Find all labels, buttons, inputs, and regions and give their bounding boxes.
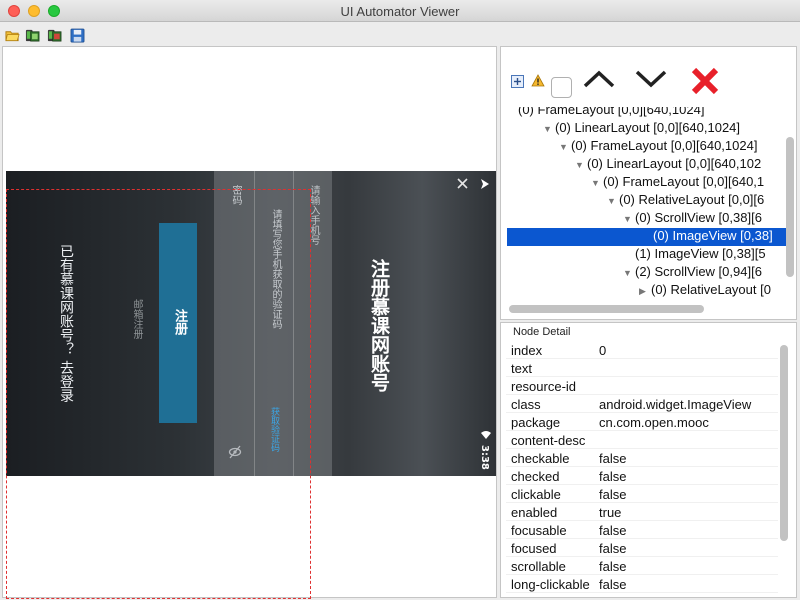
tree-node-selected[interactable]: (0) ImageView [0,38] [507,228,786,246]
save-icon[interactable] [70,28,85,43]
detail-row[interactable]: clickable false [506,485,778,503]
detail-row[interactable]: scrollable false [506,557,778,575]
tree-node[interactable]: ▼ (0) LinearLayout [0,0][640,1024] [501,120,786,138]
detail-row[interactable]: enabled true [506,503,778,521]
tree-node[interactable]: ▼ (0) LinearLayout [0,0][640,102 [501,156,786,174]
app-window: UI Automator Viewer 注册慕课网账号 请输入手机号 请填写您手… [0,0,800,600]
wifi-icon [481,431,491,439]
device-screenshot-compressed-icon[interactable] [47,28,62,43]
tree-node[interactable]: (0) FrameLayout [0,0][640,1024] [506,107,786,120]
detail-row[interactable]: index 0 [506,341,778,359]
hierarchy-tree-pane: (0) FrameLayout [0,0][640,1024] ▼ (0) Lin… [500,46,797,320]
tree-toolbar [501,47,798,107]
title-bar: UI Automator Viewer [0,0,800,22]
tree-horizontal-scrollbar[interactable] [509,305,704,313]
tree-vertical-scroll-thumb[interactable] [786,137,794,277]
expand-all-icon[interactable] [511,75,524,88]
detail-row[interactable]: content-desc [506,431,778,449]
tree-arrow-icon: ▼ [607,196,616,206]
tree-arrow-icon: ▼ [623,214,632,224]
page-title: 注册慕课网账号 [368,259,390,392]
tree-node[interactable]: ▼ (0) RelativeLayout [0,0][6 [501,192,786,210]
detail-row[interactable]: checkable false [506,449,778,467]
tree-node[interactable]: ▼ (0) FrameLayout [0,0][640,1024] [501,138,786,156]
main-toolbar [0,23,800,47]
detail-row[interactable]: text [506,359,778,377]
screenshot-canvas[interactable]: 注册慕课网账号 请输入手机号 请填写您手机获取的验证码 密码 获取验证码 注册 … [2,46,497,599]
chevron-up-icon[interactable] [583,69,615,89]
naf-toggle-checkbox[interactable] [551,77,572,98]
tree-arrow-icon: ▼ [623,268,632,278]
detail-row[interactable]: class android.widget.ImageView [506,395,778,413]
detail-row[interactable]: package cn.com.open.mooc [506,413,778,431]
tree-vertical-scrollbar[interactable] [786,107,794,297]
close-icon[interactable] [456,177,469,190]
detail-row[interactable]: checked false [506,467,778,485]
detail-row[interactable]: focused false [506,539,778,557]
node-detail-title: Node Detail [513,326,571,338]
hierarchy-tree[interactable]: (0) FrameLayout [0,0][640,1024] ▼ (0) Lin… [501,107,786,305]
status-bar-time: 3:38 [479,445,490,470]
tree-node[interactable]: ▶ (0) RelativeLayout [0 [501,282,786,300]
selected-node-bounds [6,189,311,599]
node-detail-pane: Node Detail index 0 text resource-id clas… [500,322,797,598]
open-folder-icon[interactable] [5,28,20,43]
tree-arrow-icon: ▼ [559,142,568,152]
tree-node[interactable]: ▼ (0) FrameLayout [0,0][640,1 [501,174,786,192]
detail-row[interactable]: resource-id [506,377,778,395]
detail-row[interactable]: focusable false [506,521,778,539]
detail-vertical-scrollbar[interactable] [780,345,788,541]
detail-row[interactable]: long-clickable false [506,575,778,593]
tree-node[interactable]: ▼ (2) ScrollView [0,94][6 [501,264,786,282]
device-screenshot-icon[interactable] [25,28,40,43]
tree-arrow-icon: ▼ [591,178,600,188]
delete-icon[interactable] [690,66,720,96]
tree-arrow-icon: ▶ [639,286,646,296]
window-title: UI Automator Viewer [340,4,460,19]
tree-arrow-icon: ▼ [575,160,584,170]
warning-icon[interactable] [531,74,545,87]
tree-node[interactable]: (1) ImageView [0,38][5 [501,246,786,264]
signal-icon [481,179,489,189]
chevron-down-icon[interactable] [635,69,667,89]
tree-node[interactable]: ▼ (0) ScrollView [0,38][6 [501,210,786,228]
tree-arrow-icon: ▼ [543,124,552,134]
